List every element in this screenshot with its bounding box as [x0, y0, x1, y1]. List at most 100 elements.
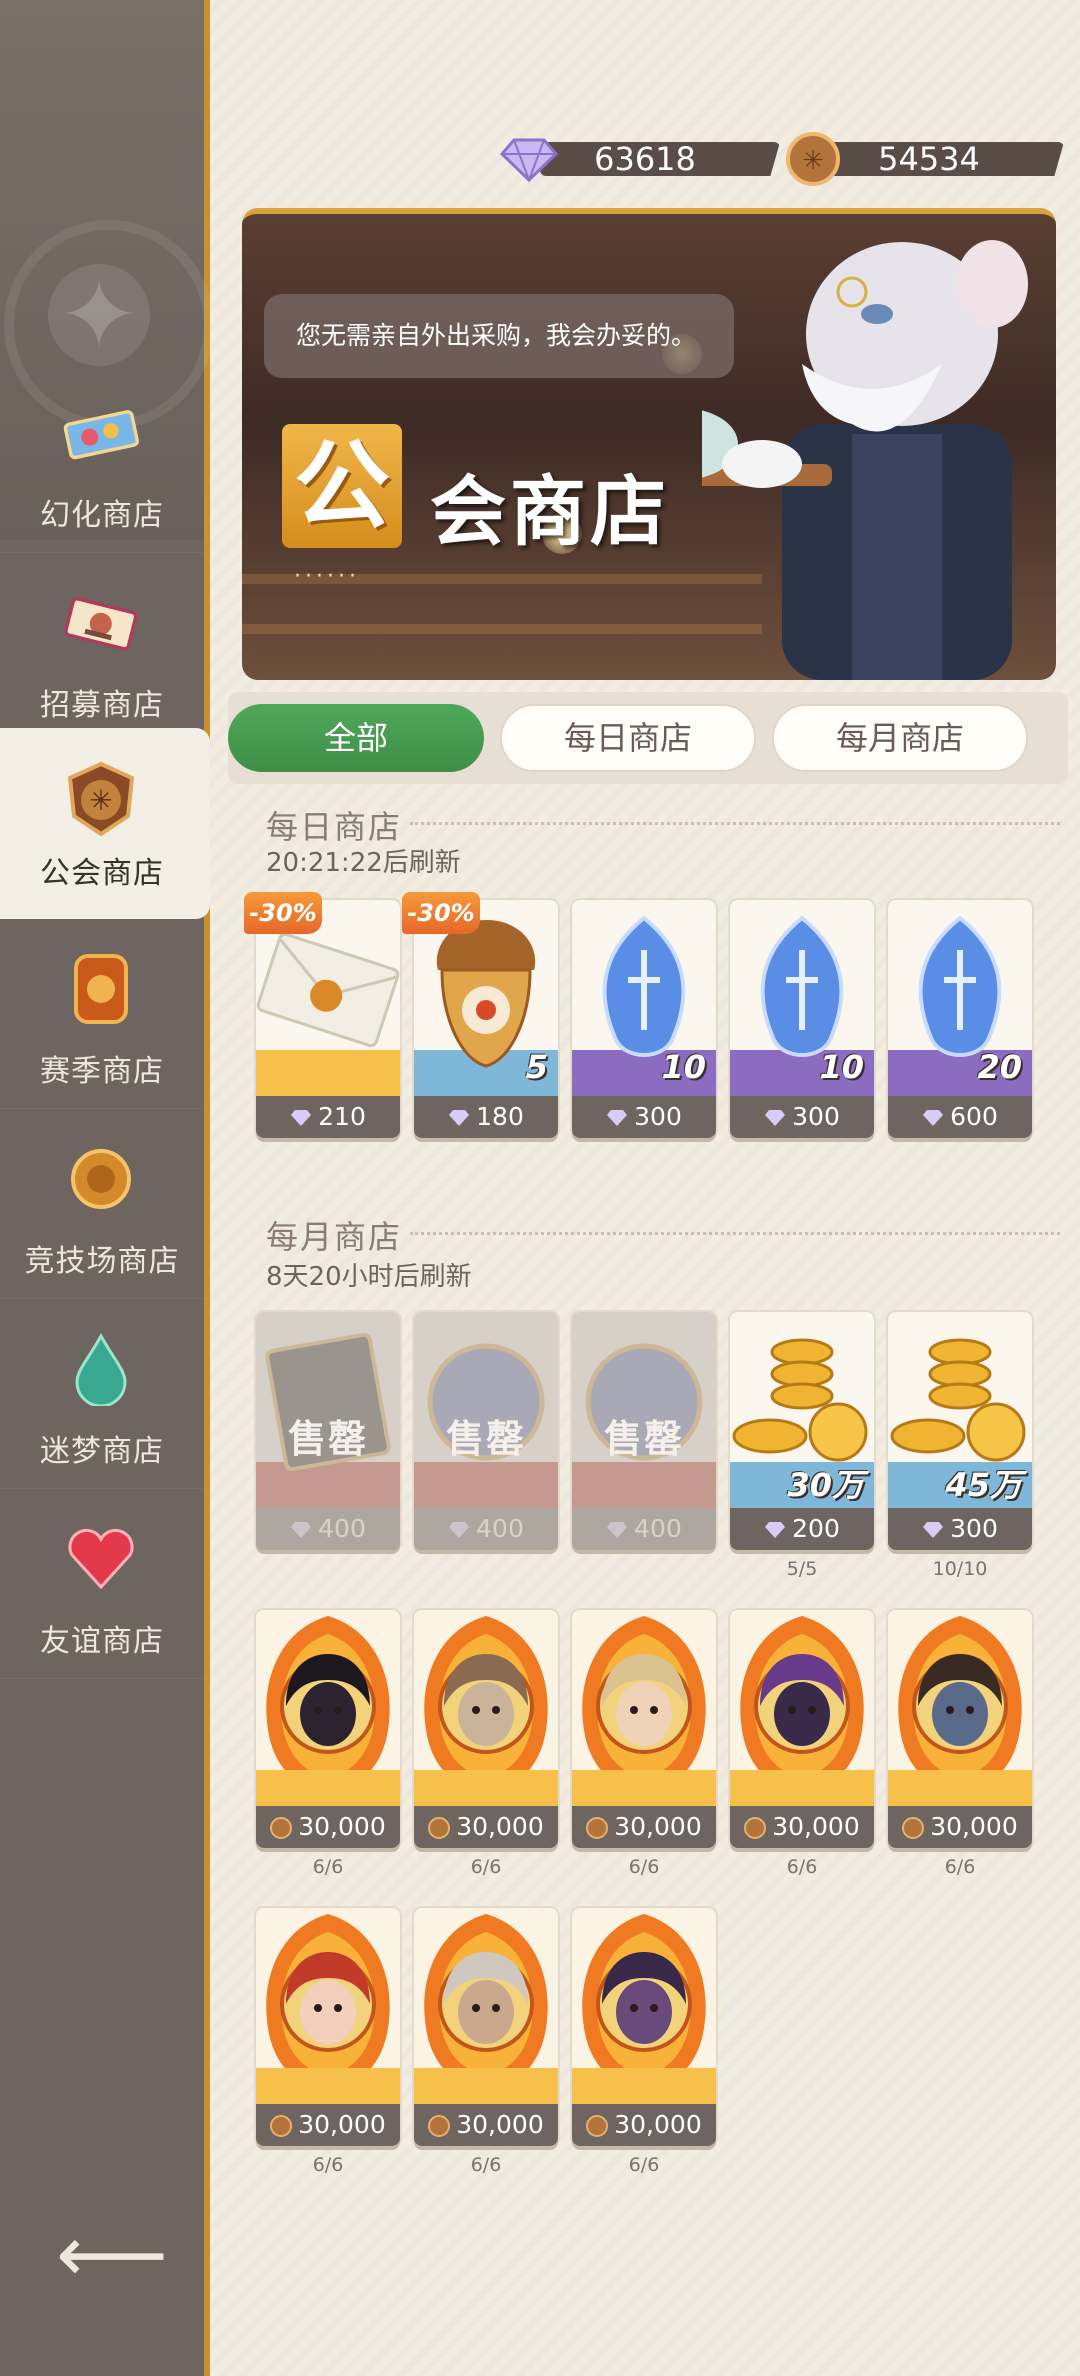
price-tag: 30,000 [414, 2104, 558, 2146]
sidebar-item-friendship-shop[interactable]: 友谊商店 [0, 1488, 204, 1679]
shop-tabs: 全部 每日商店 每月商店 [228, 692, 1068, 784]
section-divider [410, 822, 1060, 825]
discount-badge: -30% [244, 892, 322, 934]
hero-item-card[interactable]: 30,000 [888, 1610, 1032, 1848]
heart-gem-icon [62, 1520, 140, 1598]
item-quantity: 45万 [945, 1466, 1022, 1504]
shop-item-slot: 30,000 6/6 [572, 1610, 716, 1880]
recruit-scroll-icon [62, 584, 140, 662]
sidebar-item-guild-shop[interactable]: ✳ 公会商店 [0, 728, 210, 919]
shop-item-card[interactable]: 20 600 [888, 900, 1032, 1138]
back-arrow-icon[interactable]: ⟵ [56, 2216, 168, 2294]
guild-coin-icon: ✳ [784, 130, 842, 188]
dream-drop-icon [62, 1330, 140, 1408]
ticket-icon [62, 394, 140, 472]
section-divider [410, 1232, 1060, 1235]
npc-speech-bubble: 您无需亲自外出采购，我会办妥的。 [264, 294, 734, 378]
shop-item-slot: 30,000 6/6 [256, 1610, 400, 1880]
svg-text:✳: ✳ [802, 146, 824, 176]
shop-item-card[interactable]: 45万 300 [888, 1312, 1032, 1550]
sidebar-item-arena-shop[interactable]: 竞技场商店 [0, 1108, 204, 1299]
purchase-limit: 6/6 [628, 1856, 660, 1878]
guild-coin-icon [428, 1817, 451, 1839]
purchase-limit: 6/6 [312, 2154, 344, 2176]
sidebar-item-recruit-shop[interactable]: 招募商店 [0, 552, 204, 743]
guild-coin-icon [428, 2115, 451, 2137]
item-quantity: 10 [661, 1048, 706, 1086]
sold-out-label: 售罄 [603, 1417, 684, 1461]
price-tag: 210 [256, 1096, 400, 1138]
shop-banner: 您无需亲自外出采购，我会办妥的。 公 会商店 ······ [242, 208, 1056, 680]
shop-item-card[interactable]: 30万 200 [730, 1312, 874, 1550]
item-quantity: 30万 [787, 1466, 864, 1504]
sidebar-item-label: 幻化商店 [40, 498, 164, 533]
price-tag: 30,000 [888, 1806, 1032, 1848]
guild-emblem-icon: ✳ [62, 760, 140, 838]
shop-item-card-sold-out[interactable]: 400 售罄 [572, 1312, 716, 1550]
sidebar-item-label: 竞技场商店 [24, 1244, 180, 1279]
hero-item-card[interactable]: 30,000 [414, 1908, 558, 2146]
purchase-limit: 6/6 [786, 1856, 818, 1878]
hero-item-card[interactable]: 30,000 [730, 1610, 874, 1848]
hero-item-card[interactable]: 30,000 [414, 1610, 558, 1848]
shop-item-card-sold-out[interactable]: 400 售罄 [414, 1312, 558, 1550]
tab-daily-shop[interactable]: 每日商店 [500, 704, 756, 772]
guild-coin-icon [270, 1817, 293, 1839]
guild-coin-icon [586, 1817, 609, 1839]
hero-portrait-icon [888, 1610, 1032, 1806]
price-tag: 30,000 [572, 2104, 716, 2146]
tab-all[interactable]: 全部 [228, 704, 484, 772]
sold-out-label: 售罄 [287, 1417, 368, 1461]
hero-portrait-icon [572, 1908, 716, 2104]
shop-item-card[interactable]: 10 300 [572, 900, 716, 1138]
monthly-refresh-timer: 8天20小时后刷新 [266, 1262, 472, 1292]
shop-item-card[interactable]: 10 300 [730, 900, 874, 1138]
shop-item-card[interactable]: 210 [256, 900, 400, 1138]
guild-coin-currency: 54534 ✳ [784, 130, 1064, 188]
sidebar-item-season-shop[interactable]: 赛季商店 [0, 918, 204, 1109]
guild-coin-icon [744, 1817, 767, 1839]
shop-item-slot: 45万 300 10/10 [888, 1312, 1032, 1582]
banner-title-dots: ······ [294, 564, 360, 589]
discount-badge: -30% [402, 892, 480, 934]
shop-item-slot: 30,000 6/6 [256, 1908, 400, 2178]
shop-item-card-sold-out[interactable]: 400 售罄 [256, 1312, 400, 1550]
shop-item-card[interactable]: 5 180 [414, 900, 558, 1138]
price-tag: 30,000 [256, 1806, 400, 1848]
shop-item-slot: 30,000 6/6 [888, 1610, 1032, 1880]
purchase-limit: 6/6 [470, 1856, 502, 1878]
hero-portrait-icon [730, 1610, 874, 1806]
arena-coin-icon [62, 1140, 140, 1218]
price-tag: 300 [730, 1096, 874, 1138]
sidebar-item-label: 友谊商店 [40, 1624, 164, 1659]
price-tag: 30,000 [730, 1806, 874, 1848]
tab-monthly-shop[interactable]: 每月商店 [772, 704, 1028, 772]
guild-coin-count: 54534 [878, 140, 980, 178]
sidebar-item-label: 赛季商店 [40, 1054, 164, 1089]
shopkeeper-mascot [702, 240, 1028, 680]
sidebar: ✦ 幻化商店 招募商店 ✳ 公会商店 赛季商店 竞技场商店 迷梦商店 友谊商店 … [0, 0, 214, 2376]
hero-item-card[interactable]: 30,000 [256, 1908, 400, 2146]
hero-portrait-icon [256, 1908, 400, 2104]
item-quantity: 10 [819, 1048, 864, 1086]
svg-text:✳: ✳ [89, 784, 112, 817]
shop-item-slot: 30,000 6/6 [414, 1610, 558, 1880]
purchase-limit: 6/6 [470, 2154, 502, 2176]
sidebar-item-dream-shop[interactable]: 迷梦商店 [0, 1298, 204, 1489]
hero-item-card[interactable]: 30,000 [572, 1908, 716, 2146]
hero-item-card[interactable]: 30,000 [572, 1610, 716, 1848]
guild-coin-icon [586, 2115, 609, 2137]
price-tag: 600 [888, 1096, 1032, 1138]
banner-title: 会商店 [430, 467, 670, 556]
price-tag: 300 [888, 1508, 1032, 1550]
hero-item-card[interactable]: 30,000 [256, 1610, 400, 1848]
purchase-limit: 6/6 [312, 1856, 344, 1878]
guild-coin-icon [270, 2115, 293, 2137]
price-tag: 300 [572, 1096, 716, 1138]
price-tag: 30,000 [256, 2104, 400, 2146]
purchase-limit: 6/6 [628, 2154, 660, 2176]
hero-portrait-icon [414, 1610, 558, 1806]
season-badge-icon [62, 950, 140, 1028]
sidebar-item-phantom-shop[interactable]: 幻化商店 [0, 362, 204, 553]
item-quantity: 20 [977, 1048, 1022, 1086]
